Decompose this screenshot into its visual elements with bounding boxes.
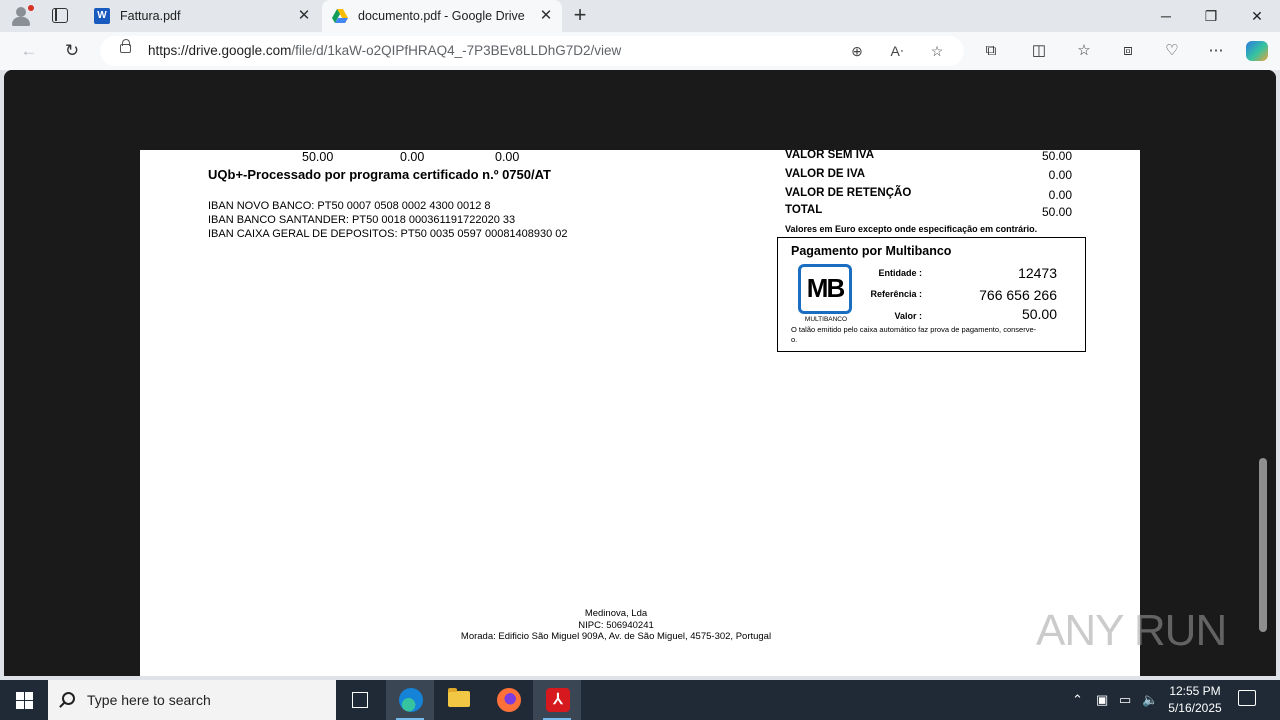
edge-icon bbox=[399, 688, 423, 712]
certification-line: UQb+-Processado por programa certificado… bbox=[208, 167, 551, 182]
iban-line: IBAN CAIXA GERAL DE DEPOSITOS: PT50 0035… bbox=[208, 228, 568, 240]
total-value: 50.00 bbox=[1041, 205, 1072, 219]
acrobat-icon: ⅄ bbox=[546, 688, 570, 712]
clock-time: 12:55 PM bbox=[1169, 684, 1221, 698]
total-label: VALOR DE RETENÇÃO bbox=[785, 187, 912, 199]
tray-device-icon[interactable]: ▣ bbox=[1096, 692, 1108, 708]
taskbar-clock[interactable]: 12:55 PM 5/16/2025 bbox=[1160, 683, 1230, 717]
minimize-icon[interactable]: ─ bbox=[1143, 0, 1189, 32]
task-view-icon bbox=[352, 692, 368, 708]
task-view-button[interactable] bbox=[336, 680, 384, 720]
footer-company: Medinova, Lda bbox=[584, 608, 648, 619]
close-tab-icon[interactable]: ✕ bbox=[294, 6, 314, 26]
referencia-value: 766 656 266 bbox=[979, 287, 1057, 303]
tab-actions-icon[interactable] bbox=[52, 8, 68, 23]
tab-strip: W Fattura.pdf ✕ documento.pdf - Google D… bbox=[0, 0, 1280, 32]
profile-avatar-icon[interactable] bbox=[8, 4, 36, 28]
taskbar-search-box[interactable]: Type here to search bbox=[48, 680, 336, 720]
google-drive-icon bbox=[332, 9, 348, 23]
back-icon[interactable]: ← bbox=[18, 40, 40, 62]
collections-icon[interactable]: ⧈ bbox=[1118, 41, 1138, 61]
amount-cell: 50.00 bbox=[302, 150, 334, 164]
zoom-icon[interactable]: ⊕ bbox=[847, 41, 867, 61]
search-icon bbox=[62, 692, 75, 705]
pdf-page: 50.00 0.00 0.00 UQb+-Processado por prog… bbox=[140, 150, 1140, 676]
clock-date: 5/16/2025 bbox=[1168, 701, 1222, 715]
footer-address: Morada: Edificio São Miguel 909A, Av. de… bbox=[460, 631, 772, 642]
multibanco-box: Pagamento por Multibanco MB MULTIBANCO E… bbox=[777, 237, 1086, 352]
viewer-topbar bbox=[4, 70, 1276, 150]
taskbar-firefox[interactable] bbox=[484, 680, 532, 720]
scrollbar-thumb[interactable] bbox=[1259, 458, 1267, 632]
read-aloud-icon[interactable]: Aᐧ bbox=[887, 41, 907, 61]
taskbar-edge[interactable] bbox=[386, 680, 434, 720]
restore-icon[interactable]: ❐ bbox=[1188, 0, 1234, 32]
file-explorer-icon bbox=[448, 688, 470, 707]
favorite-star-icon[interactable]: ☆ bbox=[927, 41, 947, 61]
tab-fattura[interactable]: W Fattura.pdf ✕ bbox=[84, 0, 320, 32]
taskbar: Type here to search ⅄ ⌃ ▣ ▭ 🔈 12:55 PM 5… bbox=[0, 680, 1280, 720]
total-label: VALOR SEM IVA bbox=[785, 150, 875, 161]
search-placeholder: Type here to search bbox=[87, 692, 211, 708]
footer-nipc: NIPC: 506940241 bbox=[578, 620, 654, 631]
amount-cell: 0.00 bbox=[400, 150, 425, 164]
entidade-value: 12473 bbox=[1018, 265, 1057, 281]
currency-note: Valores em Euro excepto onde especificaç… bbox=[785, 224, 1038, 234]
tab-title: documento.pdf - Google Drive bbox=[358, 9, 525, 23]
anyrun-watermark: ANY RUN bbox=[1036, 606, 1227, 655]
split-screen-icon[interactable]: ◫ bbox=[1029, 41, 1049, 61]
document-viewer: 50.00 0.00 0.00 UQb+-Processado por prog… bbox=[4, 70, 1276, 676]
iban-line: IBAN BANCO SANTANDER: PT50 0018 00036119… bbox=[208, 214, 516, 226]
valor-value: 50.00 bbox=[1021, 306, 1057, 322]
total-value: 0.00 bbox=[1048, 188, 1072, 202]
network-icon[interactable]: ▭ bbox=[1119, 692, 1131, 708]
multibanco-footnote: O talão emitido pelo caixa automático fa… bbox=[791, 325, 1037, 344]
lock-icon[interactable] bbox=[120, 39, 131, 53]
new-tab-button[interactable]: + bbox=[568, 4, 592, 28]
amount-cell: 0.00 bbox=[495, 150, 520, 164]
total-label: VALOR DE IVA bbox=[785, 168, 866, 180]
total-value: 50.00 bbox=[1041, 150, 1072, 163]
valor-label: Valor : bbox=[894, 311, 922, 321]
word-icon: W bbox=[94, 8, 110, 24]
tab-documento[interactable]: documento.pdf - Google Drive ✕ bbox=[322, 0, 562, 32]
browser-toolbar: ← ↻ https://drive.google.com/file/d/1kaW… bbox=[0, 32, 1280, 70]
taskbar-file-explorer[interactable] bbox=[435, 680, 483, 720]
multibanco-logo-icon: MB bbox=[798, 264, 852, 314]
address-bar[interactable]: https://drive.google.com/file/d/1kaW-o2Q… bbox=[100, 36, 964, 66]
url-text[interactable]: https://drive.google.com/file/d/1kaW-o2Q… bbox=[148, 43, 621, 58]
copilot-icon[interactable] bbox=[1246, 41, 1268, 61]
close-tab-icon[interactable]: ✕ bbox=[536, 6, 556, 26]
taskbar-acrobat[interactable]: ⅄ bbox=[533, 680, 581, 720]
total-value: 0.00 bbox=[1048, 168, 1072, 182]
extensions-icon[interactable]: ⧉ bbox=[981, 41, 1001, 61]
total-label: TOTAL bbox=[785, 204, 823, 216]
more-menu-icon[interactable]: ⋯ bbox=[1206, 41, 1226, 61]
firefox-icon bbox=[497, 688, 521, 712]
tab-title: Fattura.pdf bbox=[120, 9, 181, 23]
entidade-label: Entidade : bbox=[878, 268, 922, 278]
refresh-icon[interactable]: ↻ bbox=[61, 40, 83, 62]
multibanco-logo-caption: MULTIBANCO bbox=[804, 316, 848, 323]
multibanco-title: Pagamento por Multibanco bbox=[791, 244, 952, 258]
tray-chevron-icon[interactable]: ⌃ bbox=[1072, 692, 1083, 708]
close-window-icon[interactable]: ✕ bbox=[1234, 0, 1280, 32]
iban-line: IBAN NOVO BANCO: PT50 0007 0508 0002 430… bbox=[208, 200, 491, 212]
windows-start-icon[interactable] bbox=[0, 680, 48, 720]
notifications-icon[interactable] bbox=[1238, 690, 1256, 706]
browser-essentials-icon[interactable]: ♡ bbox=[1162, 41, 1182, 61]
referencia-label: Referência : bbox=[870, 289, 922, 299]
volume-icon[interactable]: 🔈 bbox=[1142, 692, 1158, 708]
favorites-icon[interactable]: ☆ bbox=[1074, 41, 1094, 61]
